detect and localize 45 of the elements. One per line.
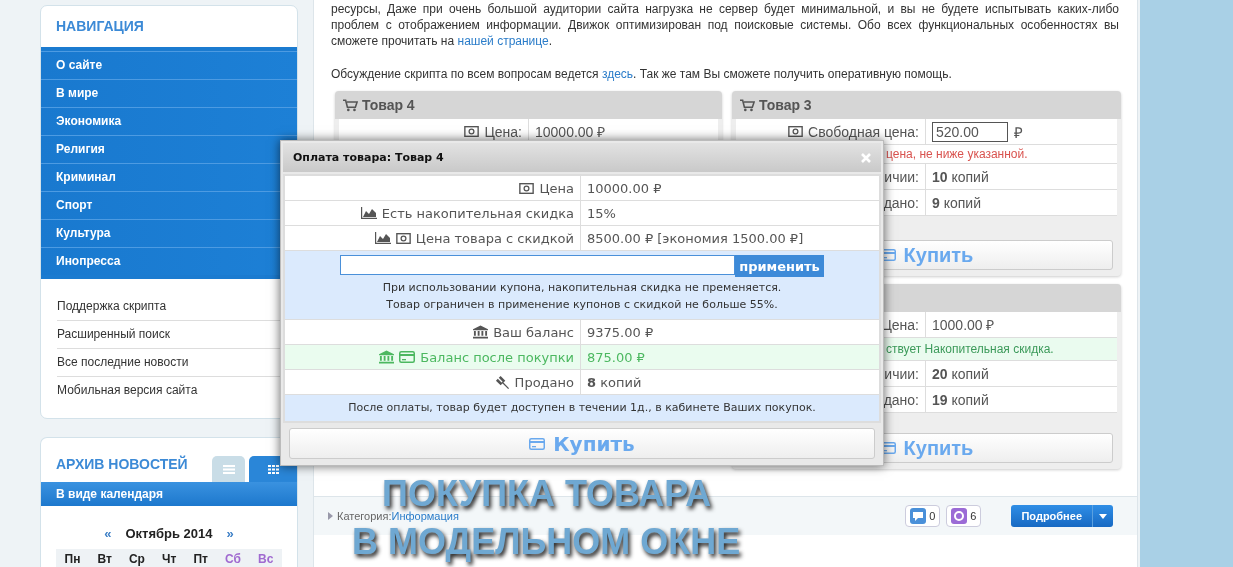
- month-title: Октябрь 2014: [125, 526, 213, 541]
- notice-text: После оплаты, товар будет доступен в течении 1д., в кабинете Ваших покупок.: [285, 395, 879, 421]
- weekday-label: Ср: [128, 551, 145, 567]
- currency-sign: ₽: [1014, 122, 1023, 142]
- coupon-note: При использовании купона, накопительная скидка не пременяется.: [381, 280, 783, 296]
- calendar-bar: В виде календаря: [41, 482, 297, 506]
- field-label: Ваш баланс: [493, 324, 574, 340]
- field-value: 20 копий: [932, 365, 989, 382]
- article-paragraph: Обсуждение скрипта по всем вопросам ведется здесь. Так же там Вы сможете получить оперативную помощь.: [331, 66, 953, 82]
- field-label: Свободная цена:: [808, 123, 919, 140]
- field-label: дано:: [883, 391, 919, 408]
- field-value: 10000.00 ₽: [587, 180, 662, 196]
- weekday-label: Пт: [193, 551, 208, 567]
- weekday-label: Сб: [225, 551, 241, 567]
- field-value: 10000.00 ₽: [535, 123, 606, 141]
- weekday-label: Вс: [258, 551, 274, 567]
- panel-title: АРХИВ НОВОСТЕЙ: [55, 456, 188, 474]
- category-text: Категория:Информация: [328, 510, 459, 522]
- field-value: 15%: [587, 205, 616, 221]
- field-label: Есть накопительная скидка: [381, 205, 574, 221]
- field-label: ичии:: [884, 365, 919, 382]
- field-label: дано:: [883, 194, 919, 211]
- field-label: Цена товара с скидкой: [415, 230, 574, 246]
- weekday-label: Чт: [162, 551, 177, 567]
- article-paragraph: ресурсы, Даже при очень большой аудитории сайта нагрузка не сервер будет минимальной, и вы не будете испытывать каких-либо проблем с отображением информации. Движок оптимизирован под поисковые системы. Обо всех функциональных особенностях вы сможете прочитать на нашей странице.: [331, 1, 1119, 49]
- field-label: Продано: [514, 374, 574, 390]
- panel-title: НАВИГАЦИЯ: [55, 17, 145, 36]
- field-value: 1000.00 ₽: [932, 316, 995, 334]
- field-label: Цена: [539, 180, 574, 196]
- field-label: Цена:: [484, 123, 522, 140]
- caption-text: В МОДЕЛЬНОМ ОКНЕ: [352, 524, 741, 560]
- field-value: 10 копий: [932, 168, 989, 185]
- field-value: 19 копий: [932, 391, 989, 408]
- field-label: Баланс после покупки: [420, 349, 574, 365]
- field-value: 875.00 ₽: [587, 349, 645, 365]
- product-title: Товар 3: [759, 97, 812, 113]
- product-title: Товар 4: [362, 97, 415, 113]
- weekday-label: Вт: [97, 551, 112, 567]
- coupon-note: Товар ограничен в применение купонов с скидкой не больше 55%.: [385, 297, 779, 313]
- caption-text: ПОКУПКА ТОВАРА: [382, 478, 712, 509]
- field-value: 9 копий: [932, 194, 981, 211]
- field-label: ичии:: [884, 168, 919, 185]
- field-value: 9375.00 ₽: [587, 324, 654, 340]
- weekday-label: Пн: [64, 551, 81, 567]
- field-value: 8 копий: [587, 374, 642, 390]
